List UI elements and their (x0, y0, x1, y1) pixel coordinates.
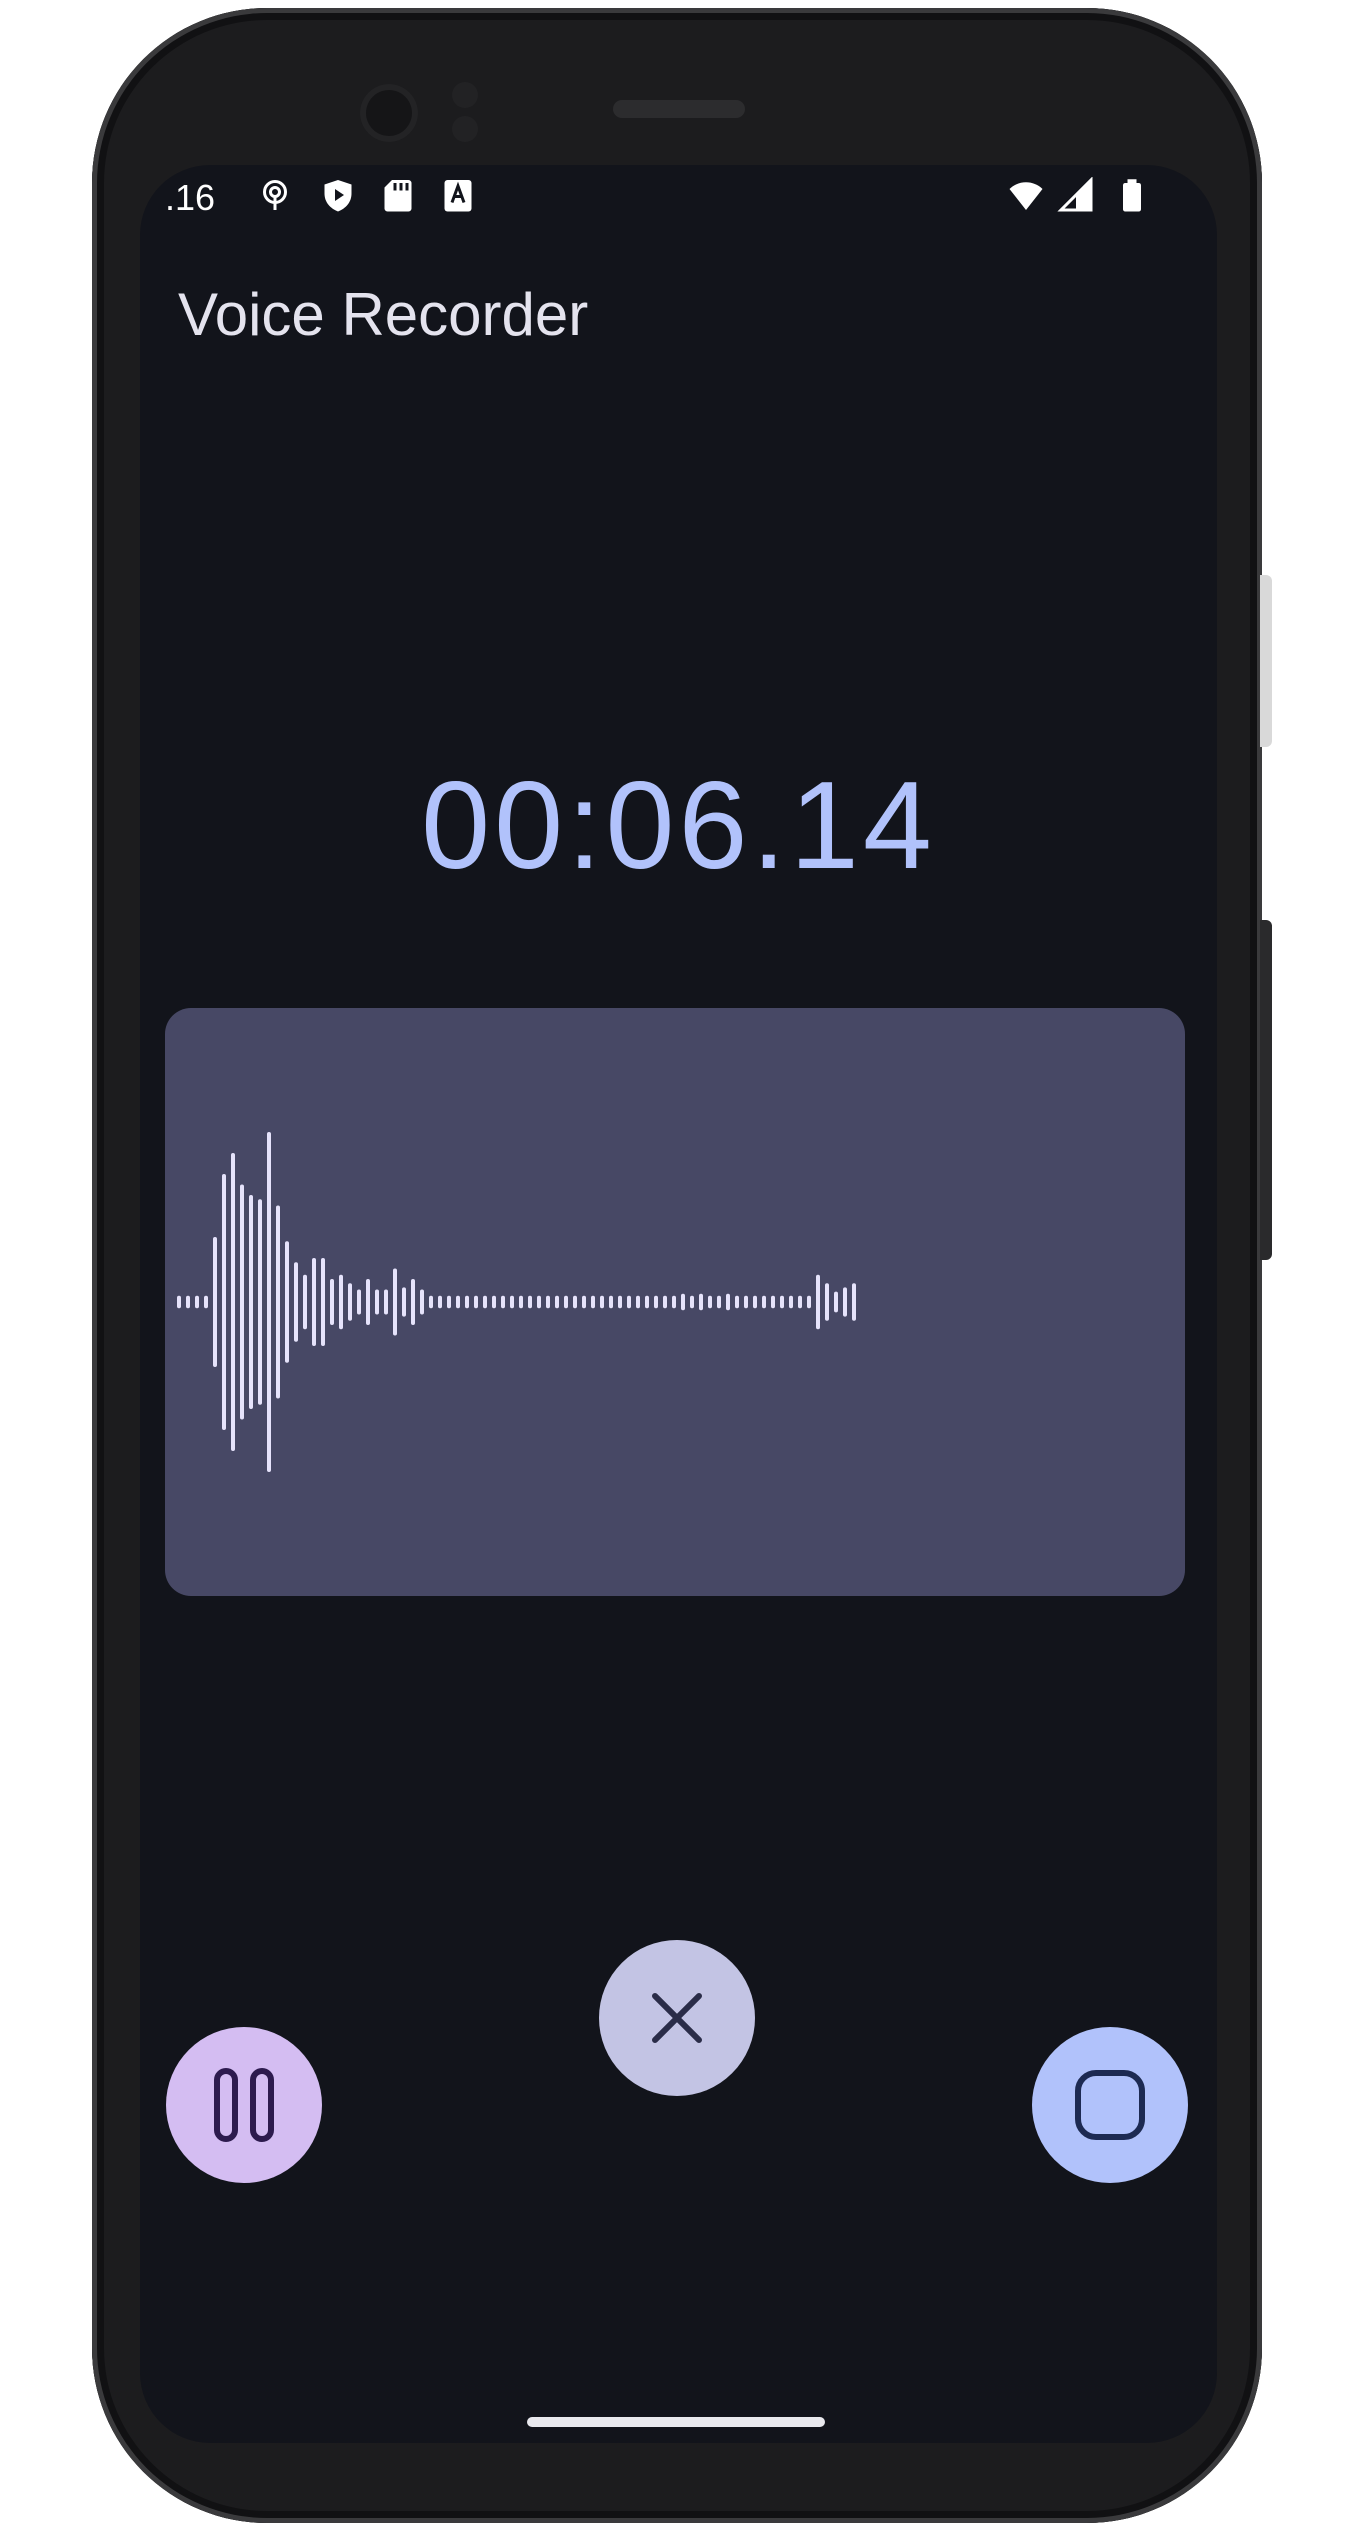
signal-icon (1057, 177, 1093, 212)
battery-icon (1123, 179, 1141, 212)
screen: .16 Voice Recorder 00:06.14 (140, 165, 1217, 2443)
elapsed-timer: 00:06.14 (421, 757, 936, 895)
volume-button (1260, 920, 1272, 1260)
waveform-panel (165, 1008, 1185, 1596)
close-icon (652, 1993, 702, 2043)
waveform (177, 1132, 856, 1472)
podcast-icon (263, 180, 287, 210)
proximity-sensor (452, 82, 478, 108)
stop-button[interactable] (1032, 2027, 1188, 2183)
pause-icon (214, 2068, 274, 2142)
stop-icon (1075, 2070, 1145, 2140)
earpiece-speaker (613, 100, 745, 118)
shield-play-icon (324, 180, 352, 212)
power-button (1260, 575, 1272, 747)
front-camera (360, 84, 418, 142)
status-bar: .16 (140, 165, 1217, 225)
cancel-button[interactable] (599, 1940, 755, 2096)
gesture-nav-handle[interactable] (527, 2417, 825, 2427)
pause-button[interactable] (166, 2027, 322, 2183)
sd-card-icon (384, 180, 412, 212)
wifi-icon (1009, 182, 1043, 210)
app-title: Voice Recorder (178, 281, 589, 348)
font-a-icon (444, 180, 472, 212)
light-sensor (452, 116, 478, 142)
status-time: .16 (165, 177, 216, 218)
